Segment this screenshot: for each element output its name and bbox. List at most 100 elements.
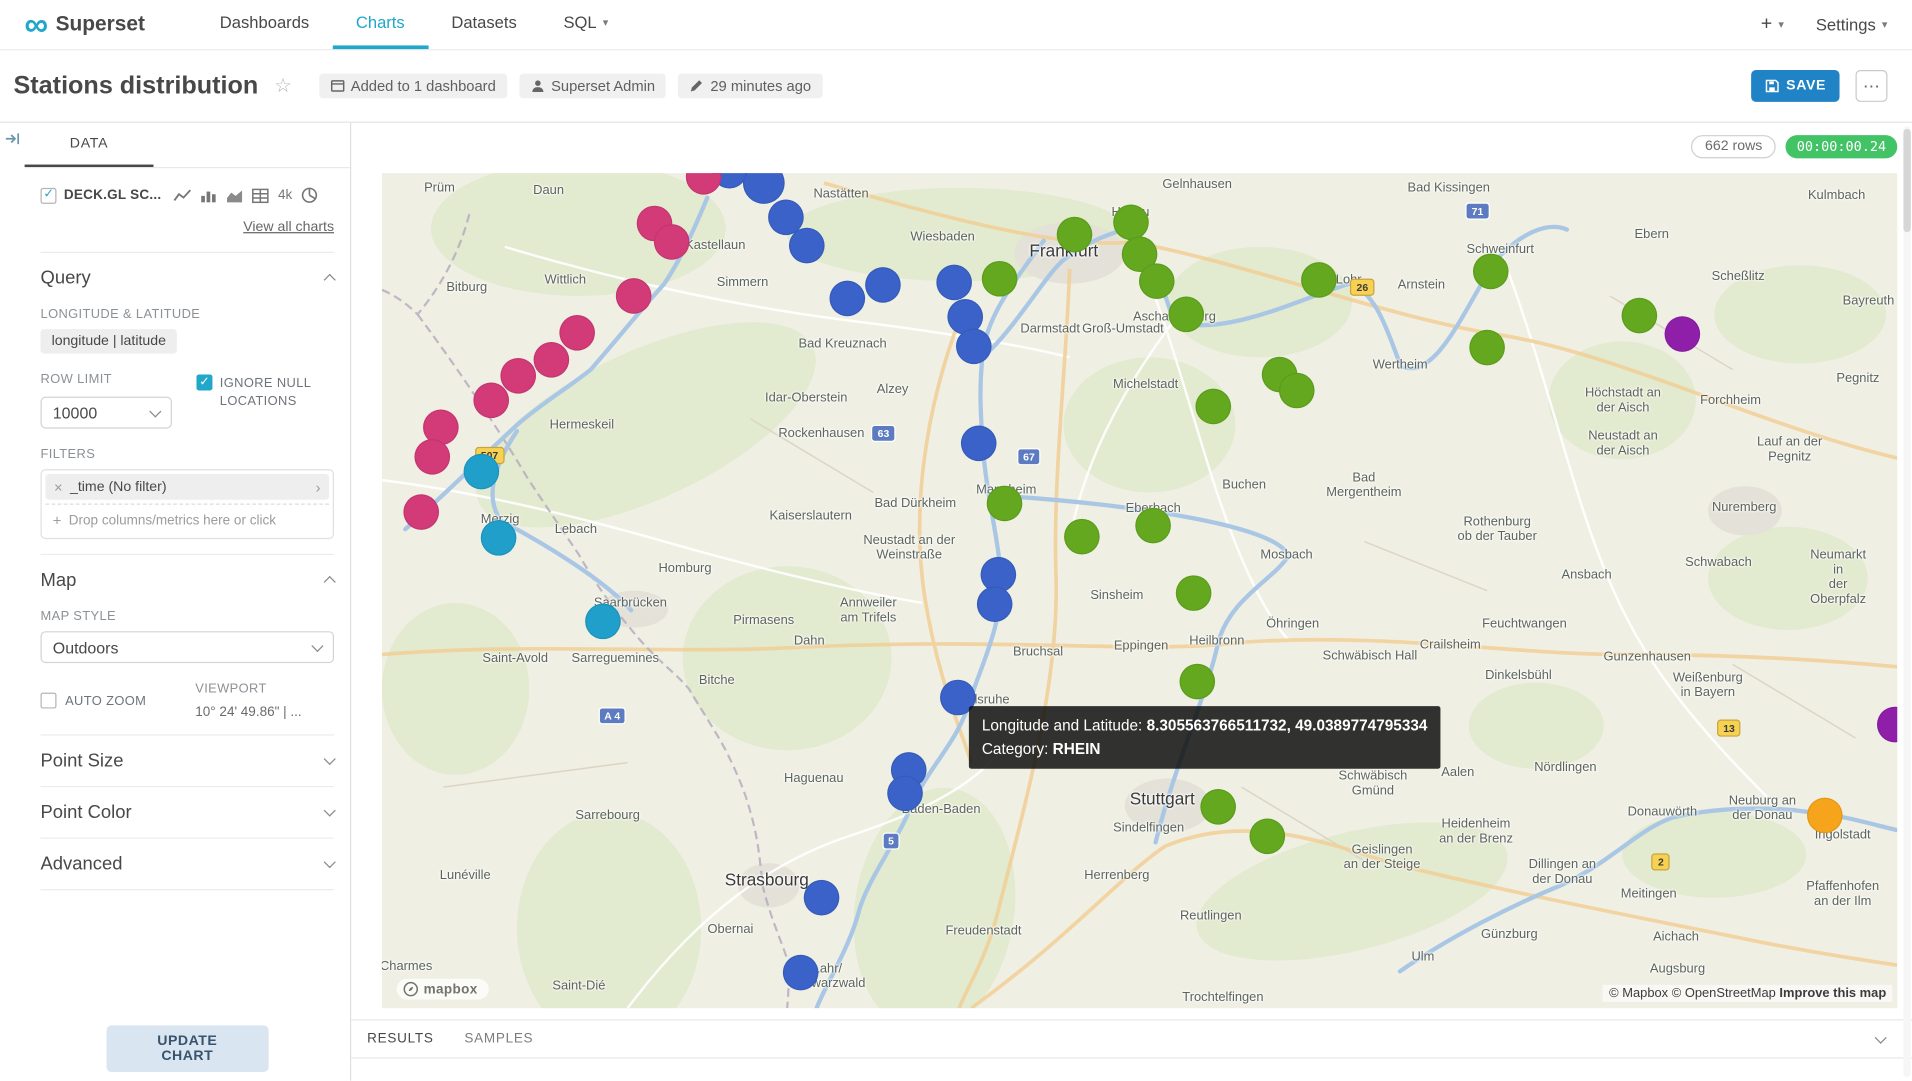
section-query-header[interactable]: Query (41, 268, 334, 289)
viz-type-label[interactable]: DECK.GL SC... (64, 188, 162, 203)
map-point[interactable] (1301, 262, 1337, 298)
mapbox-logo[interactable]: mapbox (397, 979, 489, 1000)
nav-item-datasets[interactable]: Datasets (428, 0, 540, 49)
map-point[interactable] (804, 880, 840, 916)
new-button[interactable]: +▾ (1761, 14, 1784, 36)
map-point[interactable] (1473, 254, 1509, 290)
row-limit-label: ROW LIMIT (41, 372, 172, 387)
table-icon[interactable] (252, 187, 269, 203)
map-point[interactable] (1201, 789, 1237, 825)
filter-pill-time[interactable]: × _time (No filter) › (45, 474, 329, 500)
superset-logo[interactable]: ∞ Superset (25, 0, 145, 49)
scrollbar[interactable] (1903, 126, 1910, 1076)
map-point[interactable] (743, 173, 785, 204)
nav-item-dashboards[interactable]: Dashboards (196, 0, 332, 49)
row-limit-select[interactable]: 10000 (41, 397, 172, 429)
more-actions-button[interactable]: ⋯ (1856, 70, 1888, 102)
map-canvas[interactable]: PrümDaunNastättenGelnhausenBad Kissingen… (382, 173, 1897, 1008)
map-point[interactable] (1664, 316, 1700, 352)
map-point[interactable] (1138, 263, 1174, 299)
map-point[interactable] (782, 954, 818, 990)
map-point[interactable] (866, 267, 902, 303)
favorite-star-icon[interactable]: ☆ (274, 74, 292, 99)
tab-data[interactable]: DATA (25, 123, 154, 167)
map-point[interactable] (976, 586, 1012, 622)
section-advanced-header[interactable]: Advanced (41, 853, 334, 874)
map-point[interactable] (481, 520, 517, 556)
area-chart-icon[interactable] (226, 187, 243, 203)
remove-filter-icon[interactable]: × (54, 478, 63, 495)
ignore-null-checkbox[interactable]: ✓ (196, 375, 212, 391)
map-point[interactable] (1135, 508, 1171, 544)
map-point[interactable] (1179, 664, 1215, 700)
viz-selected-checkbox[interactable]: ✓ (41, 187, 57, 203)
auto-zoom-checkbox[interactable] (41, 693, 57, 709)
scrollbar-thumb[interactable] (1903, 129, 1910, 232)
map-point[interactable] (1113, 205, 1149, 241)
filter-drop-zone[interactable]: + Drop columns/metrics here or click (45, 503, 329, 537)
map-point[interactable] (500, 358, 536, 394)
map-point[interactable] (616, 278, 652, 314)
tab-results[interactable]: RESULTS (367, 1032, 433, 1047)
map-point[interactable] (1469, 330, 1505, 366)
ignore-null-checkbox-group[interactable]: ✓ IGNORE NULL LOCATIONS (196, 375, 313, 429)
map-point[interactable] (1249, 818, 1285, 854)
map-point[interactable] (473, 382, 509, 418)
map-point[interactable] (1057, 217, 1093, 253)
bar-chart-icon[interactable] (201, 187, 218, 203)
pie-chart-icon[interactable] (301, 187, 318, 204)
nav-item-sql[interactable]: SQL▾ (540, 0, 632, 49)
map-point[interactable] (403, 494, 439, 530)
ignore-null-label: IGNORE NULL LOCATIONS (220, 375, 313, 411)
map-point[interactable] (1196, 388, 1232, 424)
map-point[interactable] (414, 439, 450, 475)
map-point[interactable] (961, 426, 997, 462)
map-point[interactable] (1622, 298, 1658, 334)
map-point[interactable] (534, 342, 570, 378)
improve-map-link[interactable]: Improve this map (1779, 986, 1886, 1001)
map-point[interactable] (788, 228, 824, 264)
last-modified-badge[interactable]: 29 minutes ago (678, 74, 822, 99)
map-point[interactable] (829, 281, 865, 317)
nav-item-charts[interactable]: Charts (333, 0, 428, 49)
map-point[interactable] (957, 328, 993, 364)
map-point[interactable] (1169, 296, 1205, 332)
map-point[interactable] (585, 604, 621, 640)
viewport-value[interactable]: 10° 24' 49.86" | ... (195, 705, 301, 720)
chevron-down-icon (324, 856, 336, 868)
owner-badge[interactable]: Superset Admin (519, 74, 666, 99)
expand-panel-icon[interactable] (4, 130, 21, 147)
osm-attribution-link[interactable]: © OpenStreetMap (1672, 986, 1776, 1001)
line-chart-icon[interactable] (174, 187, 192, 203)
map-style-select[interactable]: Outdoors (41, 631, 334, 663)
map-point[interactable] (1876, 706, 1897, 742)
map-point[interactable] (685, 173, 721, 194)
lon-lat-pill[interactable]: longitude | latitude (41, 329, 177, 354)
map-point[interactable] (937, 265, 973, 301)
map-point[interactable] (887, 776, 923, 812)
header-actions: SAVE ⋯ (1751, 70, 1888, 102)
map-point[interactable] (982, 261, 1018, 297)
chevron-down-icon (324, 805, 336, 817)
viz-4k-icon[interactable]: 4k (278, 188, 292, 203)
mapbox-attribution-link[interactable]: © Mapbox (1609, 986, 1668, 1001)
map-point[interactable] (654, 224, 690, 260)
section-map-header[interactable]: Map (41, 570, 334, 591)
map-point[interactable] (1807, 797, 1843, 833)
update-chart-button[interactable]: UPDATE CHART (106, 1025, 269, 1072)
save-button[interactable]: SAVE (1751, 70, 1840, 102)
map-point[interactable] (464, 453, 500, 489)
dashboard-count-badge[interactable]: Added to 1 dashboard (319, 74, 507, 99)
map-point[interactable] (1176, 575, 1212, 611)
settings-menu[interactable]: Settings▾ (1816, 15, 1888, 33)
tab-samples[interactable]: SAMPLES (464, 1032, 533, 1047)
map-point[interactable] (1279, 372, 1315, 408)
section-point-color-header[interactable]: Point Color (41, 802, 334, 823)
auto-zoom-checkbox-group[interactable]: AUTO ZOOM (41, 682, 196, 720)
map-point[interactable] (560, 315, 596, 351)
map-point[interactable] (987, 486, 1023, 522)
collapse-results-icon[interactable] (1876, 1028, 1885, 1050)
map-point[interactable] (1064, 519, 1100, 555)
view-all-charts-link[interactable]: View all charts (243, 220, 334, 235)
section-point-size-header[interactable]: Point Size (41, 750, 334, 771)
